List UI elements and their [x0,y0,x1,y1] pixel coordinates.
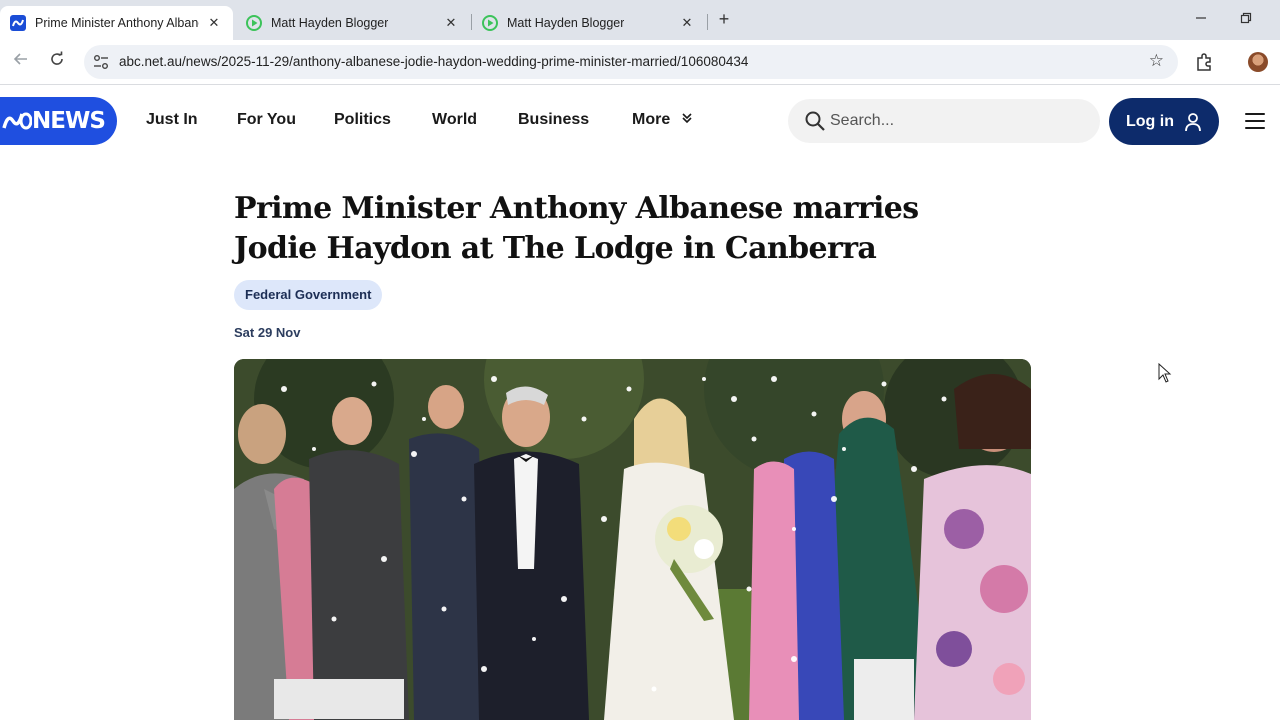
login-button[interactable]: Log in [1109,98,1219,145]
restore-icon[interactable] [1231,8,1261,30]
tab-separator [707,14,708,30]
article-date: Sat 29 Nov [234,325,301,340]
tab-title: Matt Hayden Blogger [507,16,625,30]
hero-image[interactable] [234,359,1031,720]
nav-for-you[interactable]: For You [237,111,296,129]
logo-text: NEWS [32,108,106,134]
nav-more-label: More [632,111,671,128]
minimize-icon[interactable] [1186,8,1216,30]
mouse-cursor-icon [1158,363,1172,383]
profile-avatar[interactable] [1248,52,1268,72]
extensions-icon[interactable] [1194,52,1214,72]
tab-inactive[interactable]: Matt Hayden Blogger ✕ [236,6,470,40]
chevron-down-icon [682,113,692,124]
site-info-icon[interactable] [92,53,110,71]
login-label: Log in [1126,112,1174,130]
address-bar[interactable]: abc.net.au/news/2025-11-29/anthony-alban… [84,45,1178,79]
abc-icon [10,15,26,31]
nav-just-in[interactable]: Just In [146,111,198,129]
tab-title: Prime Minister Anthony Albane [35,16,199,30]
bookmark-star-icon[interactable]: ☆ [1149,51,1164,71]
browser-toolbar: abc.net.au/news/2025-11-29/anthony-alban… [0,40,1280,85]
nav-more[interactable]: More [632,111,693,129]
tab-inactive[interactable]: Matt Hayden Blogger ✕ [472,6,706,40]
wedding-photo [234,359,1031,720]
search-box[interactable] [788,99,1100,143]
back-icon[interactable] [10,51,32,73]
tab-active[interactable]: Prime Minister Anthony Albane ✕ [0,6,233,40]
article-headline: Prime Minister Anthony Albanese marries … [234,191,919,266]
site-header: NEWS Just In For You Politics World Busi… [0,86,1280,158]
abc-news-logo[interactable]: NEWS [0,97,117,145]
tab-title: Matt Hayden Blogger [271,16,389,30]
tab-close-icon[interactable]: ✕ [205,15,223,31]
menu-icon[interactable] [1245,113,1265,129]
nav-politics[interactable]: Politics [334,111,391,129]
play-icon [246,15,262,31]
url-text: abc.net.au/news/2025-11-29/anthony-alban… [119,54,749,69]
play-icon [482,15,498,31]
tab-strip: Prime Minister Anthony Albane ✕ Matt Hay… [0,0,1280,40]
reload-icon[interactable] [46,51,68,73]
search-icon [805,111,825,131]
search-input[interactable] [830,109,1080,133]
nav-business[interactable]: Business [518,111,589,129]
tab-close-icon[interactable]: ✕ [442,15,460,31]
tab-close-icon[interactable]: ✕ [678,15,696,31]
nav-world[interactable]: World [432,111,477,129]
user-icon [1185,112,1201,131]
topic-tag[interactable]: Federal Government [234,280,383,310]
new-tab-button[interactable]: + [714,9,734,29]
abc-logo-icon [2,112,32,130]
